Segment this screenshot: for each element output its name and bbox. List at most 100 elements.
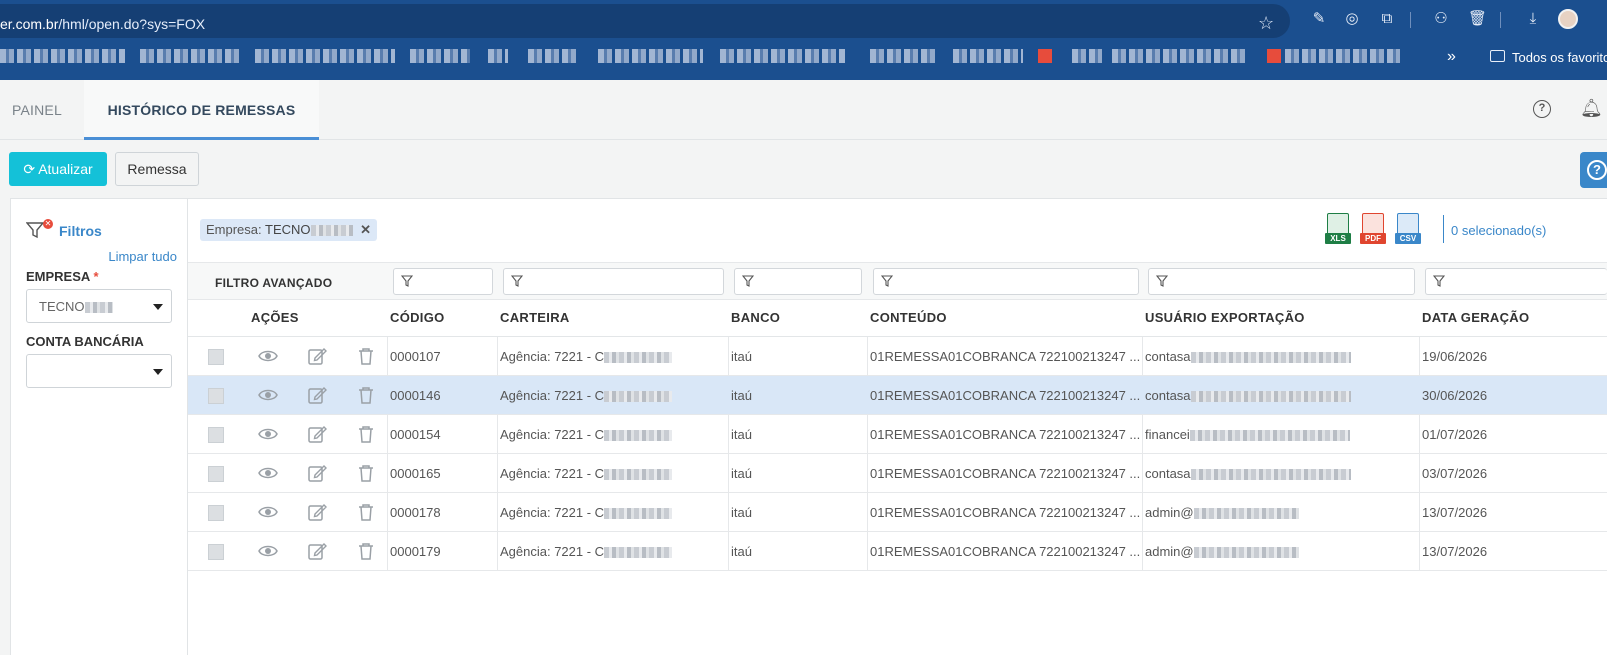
tab-painel[interactable]: PAINEL [12,80,62,140]
table-row[interactable]: 0000178 Agência: 7221 - C itaú 01REMESSA01C… [188,493,1607,532]
edit-icon[interactable] [307,541,327,561]
redacted-text [1190,391,1351,403]
bookmark-item[interactable] [1285,49,1400,63]
cell-carteira: Agência: 7221 - C [500,505,673,520]
usuario-filter-input[interactable] [1148,268,1415,295]
col-carteira-header[interactable]: CARTEIRA [500,310,570,325]
col-usuario-header[interactable]: USUÁRIO EXPORTAÇÃO [1145,310,1305,325]
col-codigo-header[interactable]: CÓDIGO [390,310,445,325]
row-checkbox[interactable] [208,427,224,443]
eyedropper-icon[interactable]: ✎ [1310,10,1328,28]
view-eye-icon[interactable] [258,346,278,366]
refresh-button[interactable]: ⟳ Atualizar [9,152,107,186]
pdf-export-icon[interactable]: PDF [1360,213,1386,245]
incognito-icon[interactable]: ⚇ [1432,10,1450,28]
bookmark-item[interactable] [953,49,1023,63]
row-checkbox[interactable] [208,349,224,365]
bookmark-item[interactable] [528,49,578,63]
bookmark-item[interactable] [870,49,935,63]
edit-icon[interactable] [307,463,327,483]
clear-all-link[interactable]: Limpar tudo [108,249,177,264]
codigo-filter-input[interactable] [393,268,493,295]
selected-count[interactable]: 0 selecionado(s) [1451,223,1546,238]
puzzle-extensions-icon[interactable]: ⧉ [1378,10,1396,28]
empresa-select[interactable]: TECNO [26,289,172,323]
table-row[interactable]: 0000107 Agência: 7221 - C itaú 01REMESSA01C… [188,337,1607,376]
chip-value: TECNO [265,222,311,237]
view-eye-icon[interactable] [258,424,278,444]
filter-funnel-icon [401,275,413,287]
bookmark-item[interactable] [720,49,845,63]
tab-historico-remessas[interactable]: HISTÓRICO DE REMESSAS [84,80,319,140]
col-data-header[interactable]: DATA GERAÇÃO [1422,310,1529,325]
cell-data: 19/06/2026 [1422,349,1488,364]
delete-trash-icon[interactable] [356,502,376,522]
csv-export-icon[interactable]: CSV [1395,213,1421,245]
filters-title[interactable]: Filtros [59,223,102,239]
extension-ring-icon[interactable]: ◎ [1343,10,1361,28]
table-row[interactable]: 0000179 Agência: 7221 - C itaú 01REMESSA01C… [188,532,1607,571]
redacted-text [310,225,353,237]
help-side-button[interactable]: ? [1580,152,1607,188]
bookmark-item[interactable] [410,49,470,63]
xls-doc-shape [1327,213,1349,235]
cell-carteira-text: Agência: 7221 - C [500,388,605,403]
xls-export-icon[interactable]: XLS [1325,213,1351,245]
url-path: /hml/open.do?sys=FOX [58,16,206,32]
bookmark-item[interactable] [1112,49,1247,63]
delete-trash-icon[interactable] [356,463,376,483]
row-checkbox[interactable] [208,466,224,482]
conta-bancaria-select[interactable] [26,354,172,388]
cell-data: 03/07/2026 [1422,466,1488,481]
main-area: ✕ Filtros Limpar tudo EMPRESA * TECNO CO… [0,198,1607,655]
row-checkbox[interactable] [208,388,224,404]
bookmark-item[interactable] [1072,49,1102,63]
remessa-button[interactable]: Remessa [115,152,199,186]
cell-usuario: contasa [1145,388,1351,403]
bookmark-item[interactable] [0,49,125,63]
bookmark-item[interactable] [598,49,703,63]
cell-banco: itaú [731,544,752,559]
export-divider [1443,215,1444,243]
edit-icon[interactable] [307,502,327,522]
delete-trash-icon[interactable] [356,385,376,405]
edit-icon[interactable] [307,385,327,405]
view-eye-icon[interactable] [258,502,278,522]
edit-icon[interactable] [307,346,327,366]
conteudo-filter-input[interactable] [873,268,1139,295]
edit-icon[interactable] [307,424,327,444]
download-icon[interactable]: ⤓ [1524,10,1542,28]
view-eye-icon[interactable] [258,385,278,405]
table-row[interactable]: 0000165 Agência: 7221 - C itaú 01REMESSA01C… [188,454,1607,493]
cell-banco: itaú [731,466,752,481]
row-checkbox[interactable] [208,505,224,521]
bookmark-star-icon[interactable]: ☆ [1258,13,1274,34]
row-checkbox[interactable] [208,544,224,560]
col-banco-header[interactable]: BANCO [731,310,780,325]
chip-close-icon[interactable]: ✕ [360,222,371,237]
view-eye-icon[interactable] [258,541,278,561]
data-filter-input[interactable] [1425,268,1607,295]
trash-icon[interactable]: 🗑 [1468,10,1487,28]
csv-tag: CSV [1395,233,1421,244]
all-bookmarks-folder[interactable]: Todos os favoritos [1512,50,1607,65]
view-eye-icon[interactable] [258,463,278,483]
bookmark-item[interactable] [488,49,508,63]
delete-trash-icon[interactable] [356,346,376,366]
carteira-filter-input[interactable] [503,268,724,295]
address-bar[interactable]: er.com.br/hml/open.do?sys=FOX ☆ [0,4,1290,38]
bookmarks-overflow-button[interactable]: » [1447,48,1456,66]
cell-codigo: 0000179 [390,544,441,559]
bookmark-item[interactable] [140,49,240,63]
table-row[interactable]: 0000146 Agência: 7221 - C itaú 01REMESSA01C… [188,376,1607,415]
banco-filter-input[interactable] [734,268,862,295]
bookmark-item[interactable] [255,49,395,63]
help-icon[interactable]: ? [1533,100,1551,118]
delete-trash-icon[interactable] [356,424,376,444]
profile-avatar[interactable] [1558,9,1578,29]
table-row[interactable]: 0000154 Agência: 7221 - C itaú 01REMESSA01C… [188,415,1607,454]
col-conteudo-header[interactable]: CONTEÚDO [870,310,947,325]
notification-bell-icon[interactable]: 🔔︎ [1580,98,1603,119]
redacted-text [604,469,673,481]
delete-trash-icon[interactable] [356,541,376,561]
